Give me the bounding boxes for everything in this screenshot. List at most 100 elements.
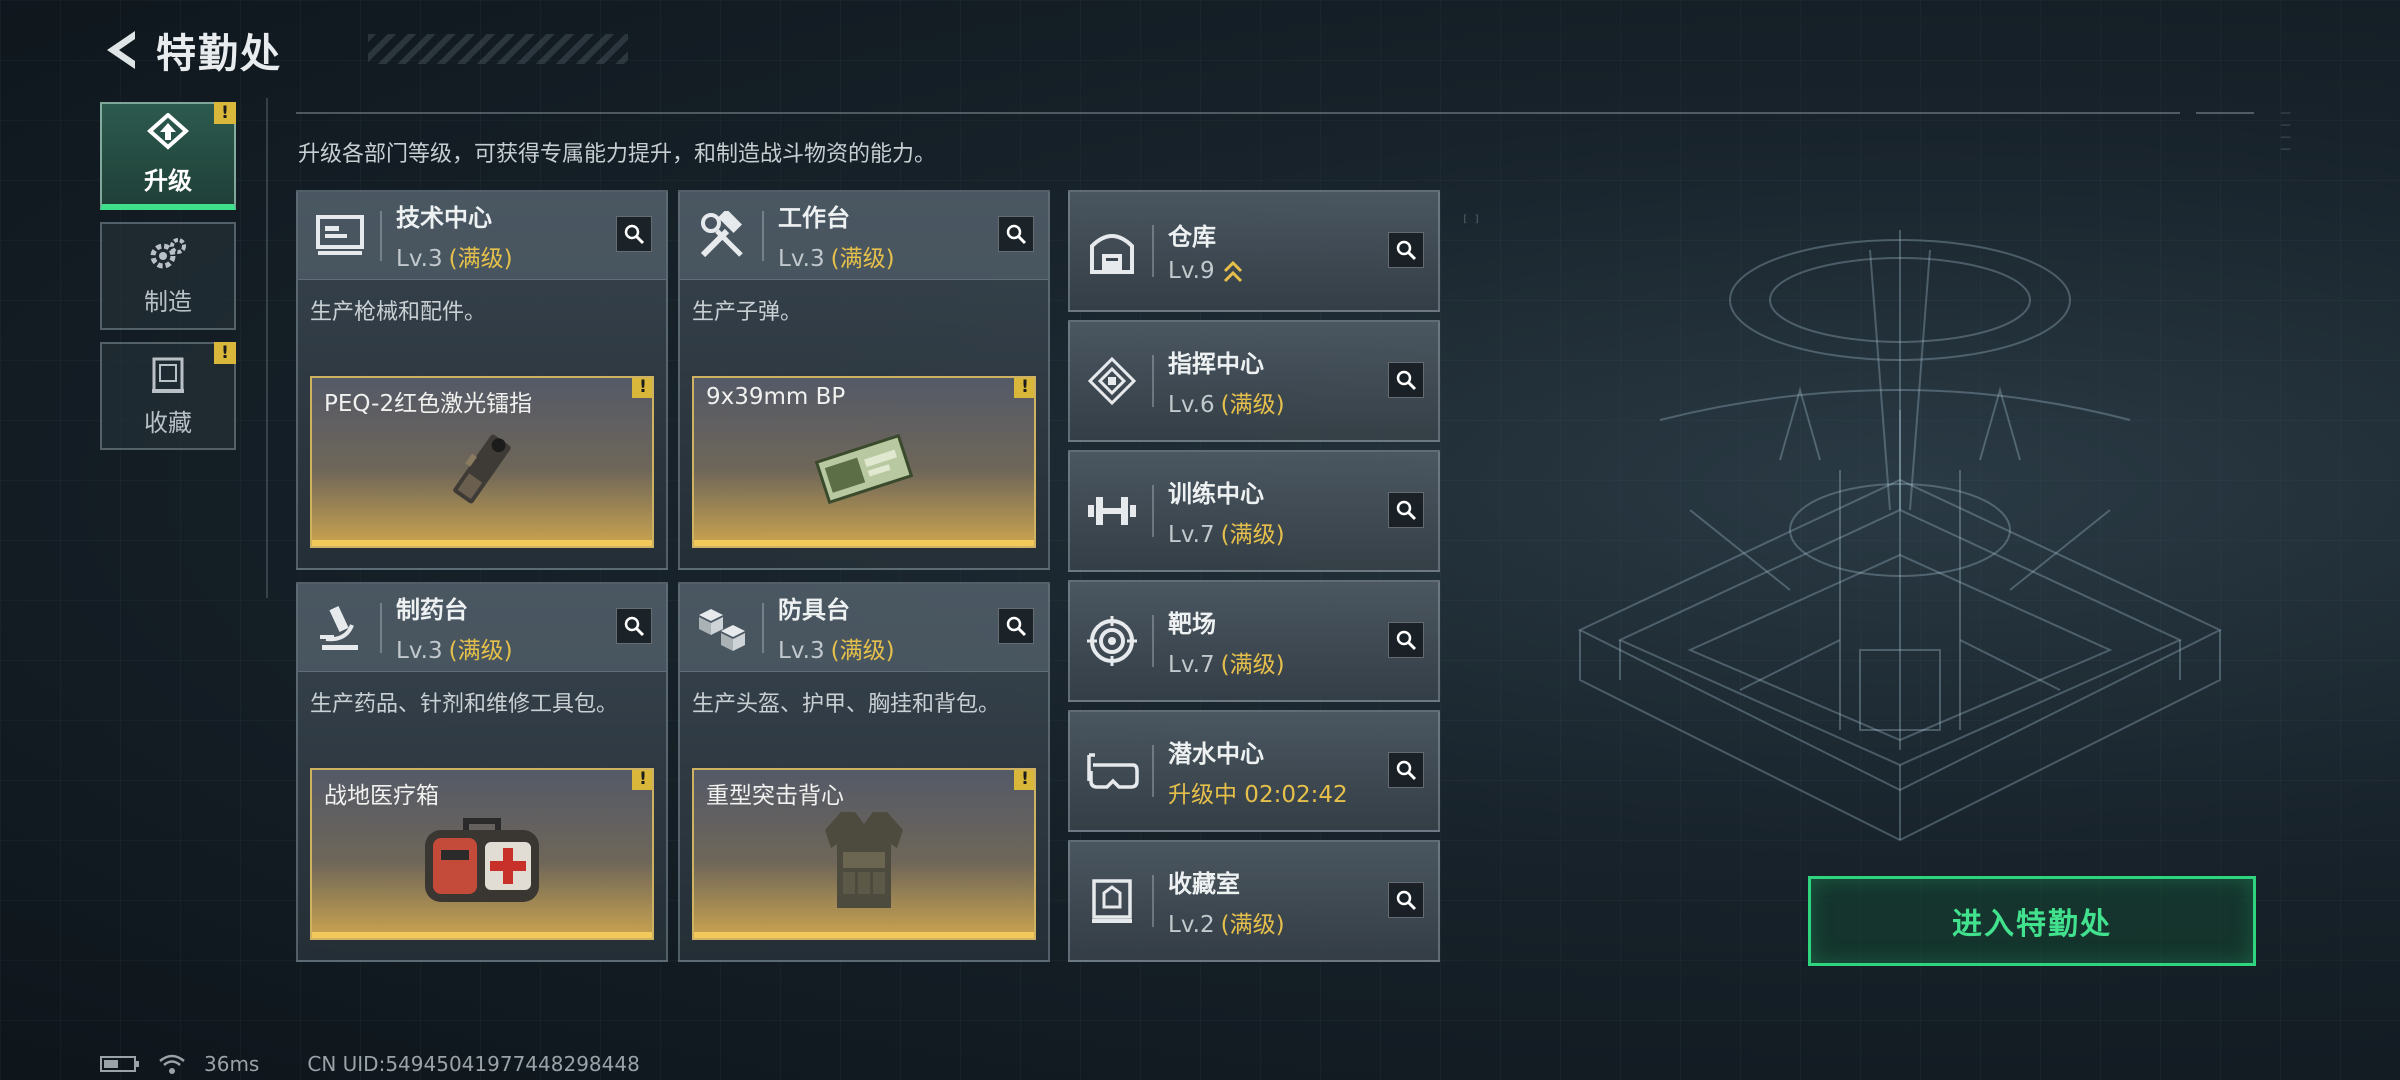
tab-upgrade[interactable]: 升级 !	[100, 102, 236, 210]
magnifier-icon	[1396, 240, 1417, 261]
facility-training-center[interactable]: 训练中心 Lv.7 (满级)	[1068, 450, 1440, 572]
dept-name: 防具台	[778, 596, 850, 624]
craft-item-slot[interactable]: 战地医疗箱 !	[310, 768, 654, 940]
dept-level: Lv.3 (满级)	[396, 631, 513, 665]
magnifier-icon	[1396, 890, 1417, 911]
icon-separator	[380, 602, 382, 653]
facility-warehouse[interactable]: 仓库 Lv.9	[1068, 190, 1440, 312]
hammer-wrench-icon	[692, 206, 752, 266]
dept-card-armor-bench[interactable]: 防具台 Lv.3 (满级) 生产头盔、护甲、胸挂和背包。 重型突击背心 !	[678, 582, 1050, 962]
upgrade-icon	[146, 112, 190, 150]
item-progress-bar	[312, 540, 652, 546]
facility-diving-center[interactable]: 潜水中心 升级中 02:02:42	[1068, 710, 1440, 832]
top-divider-end	[2196, 112, 2254, 114]
level-value: Lv.7	[1168, 521, 1215, 548]
ammo-box-icon	[814, 433, 914, 505]
facility-name: 靶场	[1168, 609, 1216, 638]
max-level-tag: (满级)	[1220, 651, 1285, 678]
dept-card-workbench[interactable]: 工作台 Lv.3 (满级) 生产子弹。 9x39mm BP !	[678, 190, 1050, 570]
collection-case-icon	[152, 357, 184, 393]
command-center-icon	[1082, 351, 1142, 411]
back-arrow-icon	[107, 31, 135, 69]
magnifier-icon	[1006, 616, 1027, 637]
warehouse-icon	[1082, 221, 1142, 281]
facility-level: Lv.6 (满级)	[1168, 385, 1285, 419]
facility-name: 收藏室	[1168, 869, 1240, 898]
craft-item-slot[interactable]: 9x39mm BP !	[692, 376, 1036, 548]
facility-command-center[interactable]: 指挥中心 Lv.6 (满级)	[1068, 320, 1440, 442]
tab-craft[interactable]: 制造	[100, 222, 236, 330]
magnifier-icon	[624, 616, 645, 637]
player-uid: CN UID:54945041977448298448	[307, 1052, 640, 1076]
icon-separator	[762, 602, 764, 653]
level-value: Lv.2	[1168, 911, 1215, 938]
icon-separator	[380, 210, 382, 261]
sidebar-divider	[266, 98, 268, 598]
status-bar: 36ms CN UID:54945041977448298448	[100, 1052, 658, 1076]
icon-separator	[1152, 875, 1154, 927]
inspect-button[interactable]	[1388, 622, 1424, 658]
level-value: Lv.3	[396, 638, 443, 664]
craft-item-slot[interactable]: 重型突击背心 !	[692, 768, 1036, 940]
item-progress-bar	[694, 540, 1034, 546]
dept-description: 生产子弹。	[692, 300, 803, 325]
medical-kit-icon	[425, 818, 539, 902]
facility-name: 潜水中心	[1168, 739, 1264, 768]
alert-badge: !	[214, 102, 236, 124]
inspect-button[interactable]	[1388, 232, 1424, 268]
back-button[interactable]	[98, 22, 144, 78]
inspect-button[interactable]	[998, 608, 1034, 644]
inspect-button[interactable]	[1388, 492, 1424, 528]
craft-item-slot[interactable]: PEQ-2红色激光镭指 !	[310, 376, 654, 548]
enter-special-ops-button[interactable]: 进入特勤处	[1808, 876, 2256, 966]
inspect-button[interactable]	[616, 608, 652, 644]
armor-blocks-icon	[692, 598, 752, 658]
inspect-button[interactable]	[1388, 752, 1424, 788]
monitor-icon	[310, 206, 370, 266]
dept-card-pharmacy[interactable]: 制药台 Lv.3 (满级) 生产药品、针剂和维修工具包。 战地医疗箱 !	[296, 582, 668, 962]
card-header: 制药台 Lv.3 (满级)	[298, 584, 666, 672]
tab-collection-label: 收藏	[144, 408, 192, 437]
microscope-icon	[310, 598, 370, 658]
tab-craft-label: 制造	[144, 287, 192, 316]
dept-name: 工作台	[778, 204, 850, 232]
icon-separator	[762, 210, 764, 261]
facility-name: 训练中心	[1168, 479, 1264, 508]
upgrade-timer: 升级中 02:02:42	[1168, 781, 1348, 808]
magnifier-icon	[1396, 630, 1417, 651]
dept-description: 生产头盔、护甲、胸挂和背包。	[692, 692, 1001, 717]
magnifier-icon	[624, 224, 645, 245]
tab-collection[interactable]: 收藏 !	[100, 342, 236, 450]
facility-collection-room[interactable]: 收藏室 Lv.2 (满级)	[1068, 840, 1440, 962]
max-level-tag: (满级)	[830, 246, 895, 272]
ping-value: 36ms	[204, 1052, 260, 1076]
inspect-button[interactable]	[1388, 362, 1424, 398]
special-ops-base-illustration	[1577, 230, 2223, 842]
max-level-tag: (满级)	[1220, 911, 1285, 938]
dept-level: Lv.3 (满级)	[778, 239, 895, 273]
inspect-button[interactable]	[1388, 882, 1424, 918]
icon-separator	[1152, 485, 1154, 537]
inspect-button[interactable]	[616, 216, 652, 252]
collection-case-icon	[1082, 871, 1142, 931]
max-level-tag: (满级)	[448, 246, 513, 272]
dumbbell-icon	[1082, 481, 1142, 541]
facility-shooting-range[interactable]: 靶场 Lv.7 (满级)	[1068, 580, 1440, 702]
facility-level: Lv.2 (满级)	[1168, 905, 1285, 939]
dept-description: 生产药品、针剂和维修工具包。	[310, 692, 619, 717]
enter-button-label: 进入特勤处	[1952, 907, 2112, 942]
dept-card-tech-center[interactable]: 技术中心 Lv.3 (满级) 生产枪械和配件。 PEQ-2红色激光镭指 !	[296, 190, 668, 570]
level-value: Lv.6	[1168, 391, 1215, 418]
dept-level: Lv.3 (满级)	[396, 239, 513, 273]
item-name: 9x39mm BP	[706, 384, 846, 410]
magnifier-icon	[1006, 224, 1027, 245]
alert-badge: !	[1014, 770, 1034, 790]
facility-level: Lv.9	[1168, 258, 1243, 285]
inspect-button[interactable]	[998, 216, 1034, 252]
magnifier-icon	[1396, 500, 1417, 521]
card-header: 防具台 Lv.3 (满级)	[680, 584, 1048, 672]
facility-level: Lv.7 (满级)	[1168, 645, 1285, 679]
coordinate-readout-decoration: [ ]	[1462, 214, 1481, 225]
dept-level: Lv.3 (满级)	[778, 631, 895, 665]
level-value: Lv.7	[1168, 651, 1215, 678]
